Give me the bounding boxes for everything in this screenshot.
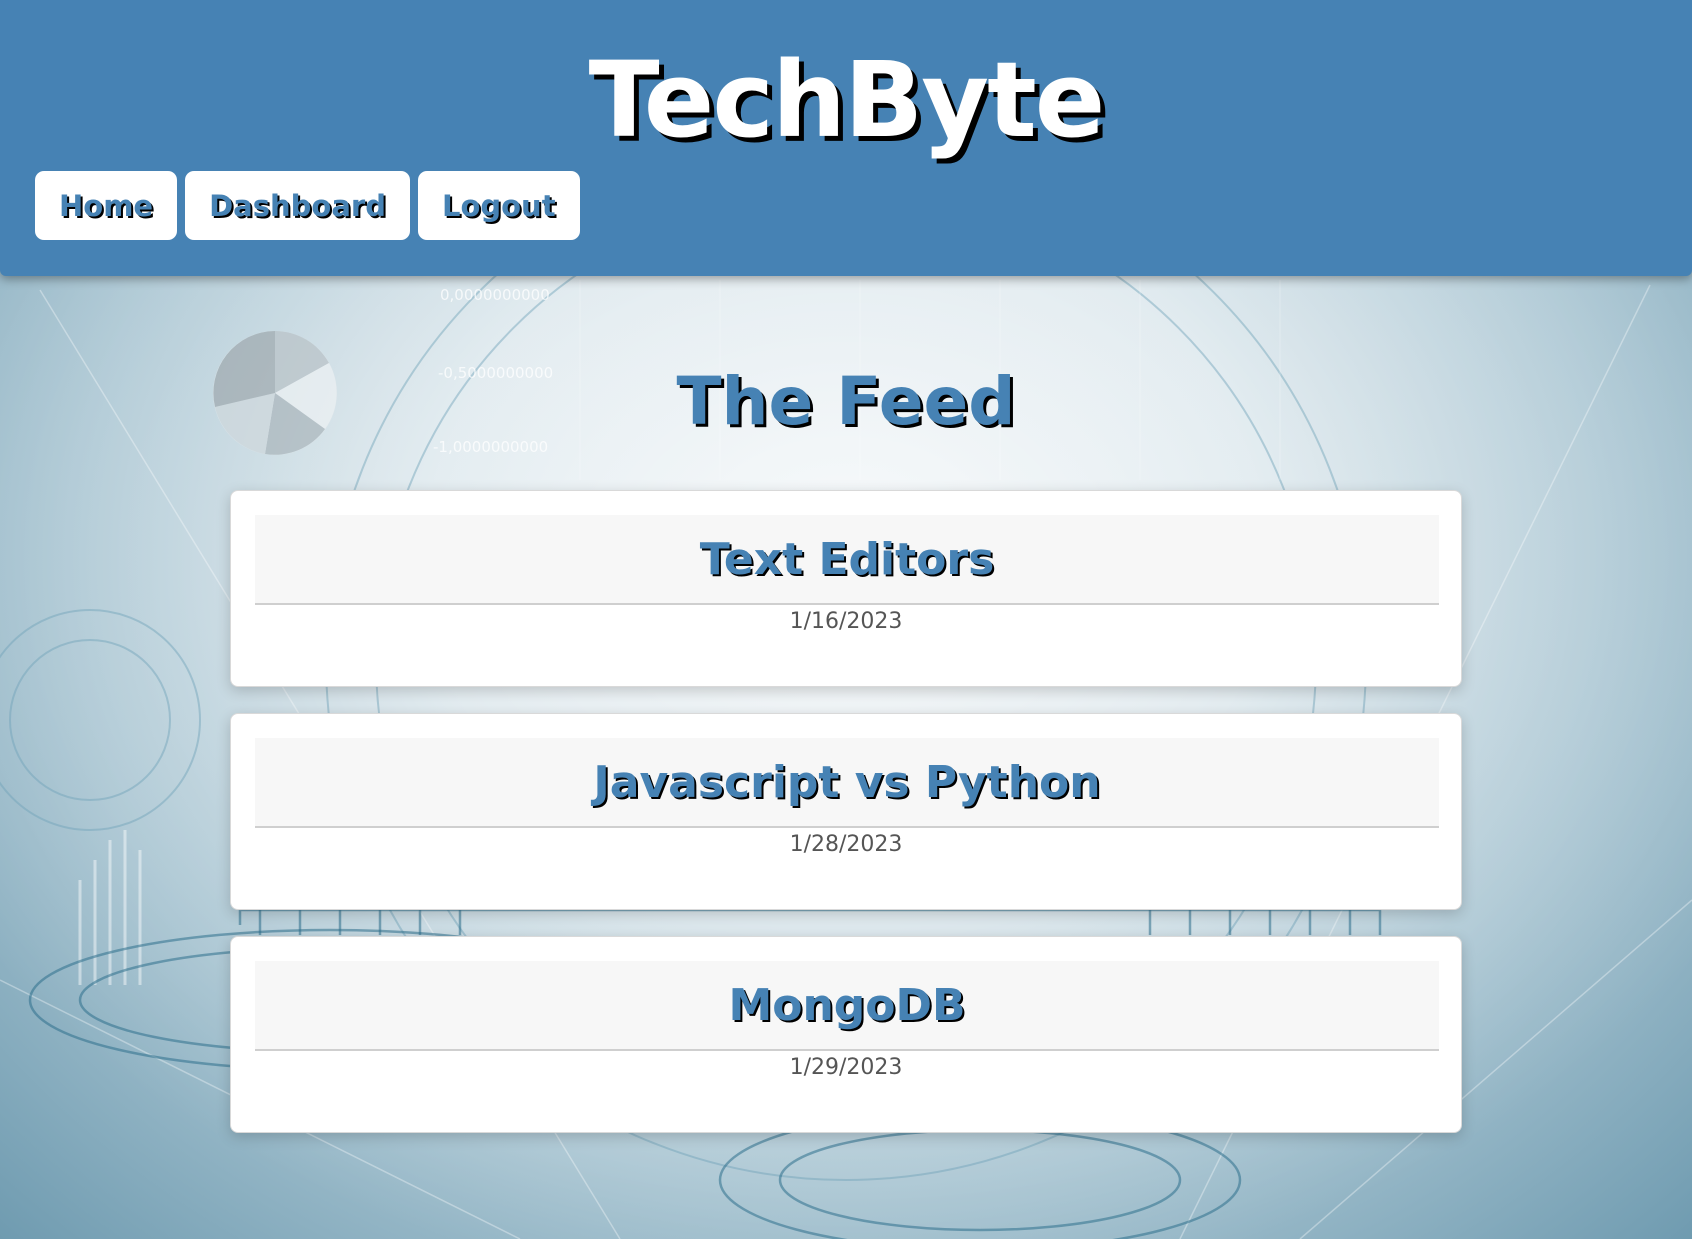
- post-card[interactable]: Text Editors 1/16/2023: [230, 490, 1462, 687]
- site-header: TechByte Home Dashboard Logout: [0, 0, 1692, 276]
- svg-text:0,0000000000: 0,0000000000: [440, 286, 550, 304]
- post-date: 1/28/2023: [789, 832, 903, 857]
- post-card-header: Javascript vs Python: [255, 738, 1439, 828]
- post-card[interactable]: MongoDB 1/29/2023: [230, 936, 1462, 1133]
- post-title[interactable]: MongoDB: [728, 980, 965, 1031]
- post-date: 1/29/2023: [789, 1055, 903, 1080]
- feed-heading: The Feed: [676, 363, 1016, 440]
- nav-dashboard-button[interactable]: Dashboard: [185, 171, 410, 240]
- post-card-header: MongoDB: [255, 961, 1439, 1051]
- post-card[interactable]: Javascript vs Python 1/28/2023: [230, 713, 1462, 910]
- post-card-header: Text Editors: [255, 515, 1439, 605]
- post-date: 1/16/2023: [789, 609, 903, 634]
- nav-home-button[interactable]: Home: [35, 171, 178, 240]
- post-title[interactable]: Javascript vs Python: [593, 757, 1100, 808]
- main-nav: Home Dashboard Logout: [35, 171, 580, 240]
- site-title: TechByte: [588, 39, 1106, 161]
- post-title[interactable]: Text Editors: [700, 534, 995, 585]
- nav-logout-button[interactable]: Logout: [417, 171, 580, 240]
- svg-text:-1,0000000000: -1,0000000000: [433, 438, 548, 456]
